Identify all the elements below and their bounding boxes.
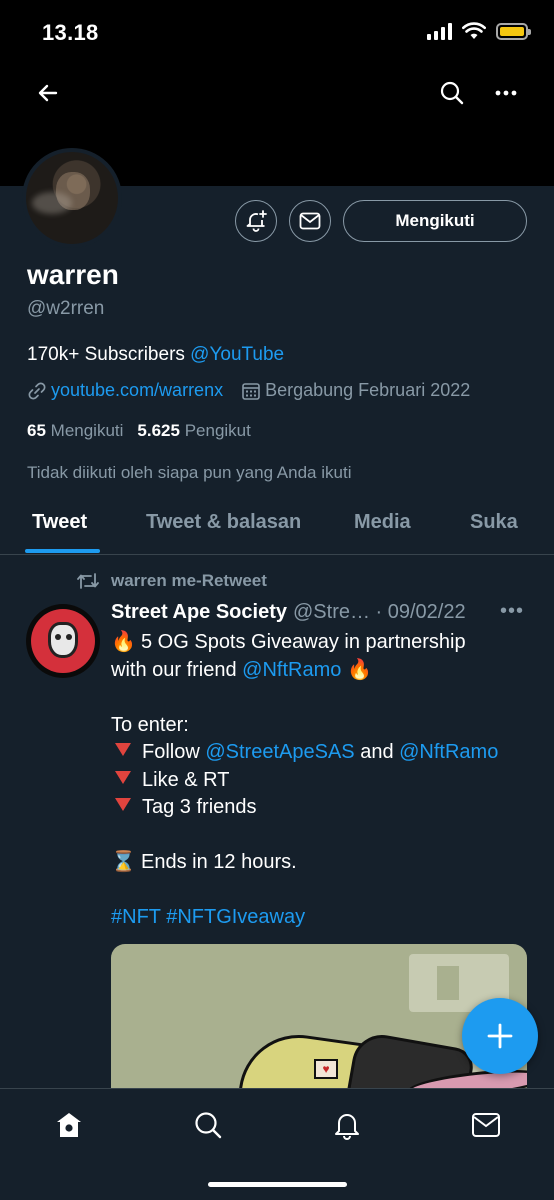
bell-plus-icon	[246, 210, 267, 232]
plus-icon	[487, 1023, 513, 1049]
nav-notifications[interactable]	[327, 1105, 367, 1145]
fire-emoji: 🔥	[111, 631, 136, 653]
followers-stat[interactable]: 5.625 Pengikut	[137, 421, 250, 441]
active-tab-indicator	[25, 549, 100, 553]
status-bar: 13.18	[0, 0, 554, 64]
profile-tabs: Tweet Tweet & balasan Media Suka	[0, 497, 554, 555]
battery-icon	[496, 22, 531, 40]
tweet-line: Like & RT	[142, 768, 230, 791]
link-icon	[27, 381, 47, 401]
back-button[interactable]	[28, 73, 68, 113]
envelope-icon	[299, 212, 321, 230]
tab-tweet-replies[interactable]: Tweet & balasan	[146, 511, 301, 534]
tweet-line: with our friend	[111, 658, 243, 681]
profile-bio: 170k+ Subscribers @YouTube	[27, 344, 284, 366]
tweet-line: To enter:	[111, 713, 189, 736]
mention-link[interactable]: @NftRamo	[399, 741, 498, 763]
following-stat[interactable]: 65 Mengikuti	[27, 421, 123, 441]
tweet-line: and	[354, 741, 400, 763]
not-followed-notice: Tidak diikuti oleh siapa pun yang Anda i…	[27, 463, 352, 482]
notifications-toggle-button[interactable]	[235, 200, 277, 242]
tab-media[interactable]: Media	[354, 511, 411, 534]
calendar-icon	[241, 381, 261, 401]
following-button[interactable]: Mengikuti	[343, 200, 527, 242]
messages-icon	[472, 1113, 500, 1137]
home-indicator	[208, 1182, 347, 1187]
notifications-icon	[335, 1114, 359, 1140]
retweet-icon	[77, 573, 99, 589]
tweet-line: 5 OG Spots Giveaway in partnership	[141, 631, 466, 653]
profile-stats: 65 Mengikuti 5.625 Pengikut	[27, 421, 251, 441]
followers-label: Pengikut	[184, 421, 251, 440]
tweet-author-name[interactable]: Street Ape Society	[111, 601, 287, 624]
bio-mention-link[interactable]: @YouTube	[190, 344, 284, 365]
mention-link[interactable]: @StreetApeSAS	[205, 741, 354, 763]
website-link[interactable]: youtube.com/warrenx	[51, 380, 223, 401]
tweet-author-avatar[interactable]	[26, 604, 100, 678]
arrow-left-icon	[38, 84, 58, 102]
tweet-more-button[interactable]: •••	[500, 600, 524, 623]
signal-icon	[427, 22, 452, 40]
tab-likes[interactable]: Suka	[470, 511, 518, 534]
profile-name: warren	[27, 259, 119, 290]
nav-messages[interactable]	[466, 1105, 506, 1145]
tweet-text: 🔥 5 OG Spots Giveaway in partnership with…	[111, 629, 531, 932]
following-label: Mengikuti	[50, 421, 124, 440]
tweet-line: Tag 3 friends	[142, 796, 257, 818]
mention-link[interactable]: @NftRamo	[242, 659, 341, 681]
retweet-indicator: warren me-Retweet	[77, 571, 267, 591]
bio-text: 170k+ Subscribers	[27, 344, 191, 365]
red-triangle-icon	[115, 798, 131, 811]
status-icons	[427, 22, 531, 40]
compose-tweet-button[interactable]	[462, 998, 538, 1074]
red-triangle-icon	[115, 770, 131, 784]
tweet-line: Ends in 12 hours.	[141, 851, 297, 873]
search-icon	[440, 81, 464, 105]
profile-handle: @w2rren	[27, 298, 105, 319]
home-icon	[57, 1113, 81, 1137]
hourglass-emoji: ⌛	[111, 851, 136, 873]
following-count: 65	[27, 421, 46, 440]
joined-date: Bergabung Februari 2022	[265, 380, 471, 400]
more-horizontal-icon	[495, 90, 517, 96]
tweet-author-handle: @Stre… · 09/02/22	[293, 601, 466, 623]
hashtags[interactable]: #NFT #NFTGIveaway	[111, 904, 531, 932]
nav-search[interactable]	[188, 1105, 228, 1145]
red-triangle-icon	[115, 743, 131, 756]
message-button[interactable]	[289, 200, 331, 242]
status-time: 13.18	[42, 20, 99, 45]
fire-emoji: 🔥	[346, 658, 372, 681]
nav-home[interactable]	[49, 1105, 89, 1145]
tab-tweet[interactable]: Tweet	[32, 511, 87, 534]
search-icon	[195, 1112, 222, 1139]
retweet-text: warren me-Retweet	[111, 571, 267, 590]
profile-meta: youtube.com/warrenx Bergabung Februari 2…	[27, 380, 470, 401]
more-button[interactable]	[486, 73, 526, 113]
wifi-icon	[462, 22, 486, 39]
search-button[interactable]	[432, 73, 472, 113]
tweet-line: Follow	[142, 741, 206, 763]
profile-avatar[interactable]	[22, 148, 122, 248]
tweet-header: Street Ape Society @Stre… · 09/02/22	[111, 601, 531, 624]
followers-count: 5.625	[137, 421, 180, 440]
